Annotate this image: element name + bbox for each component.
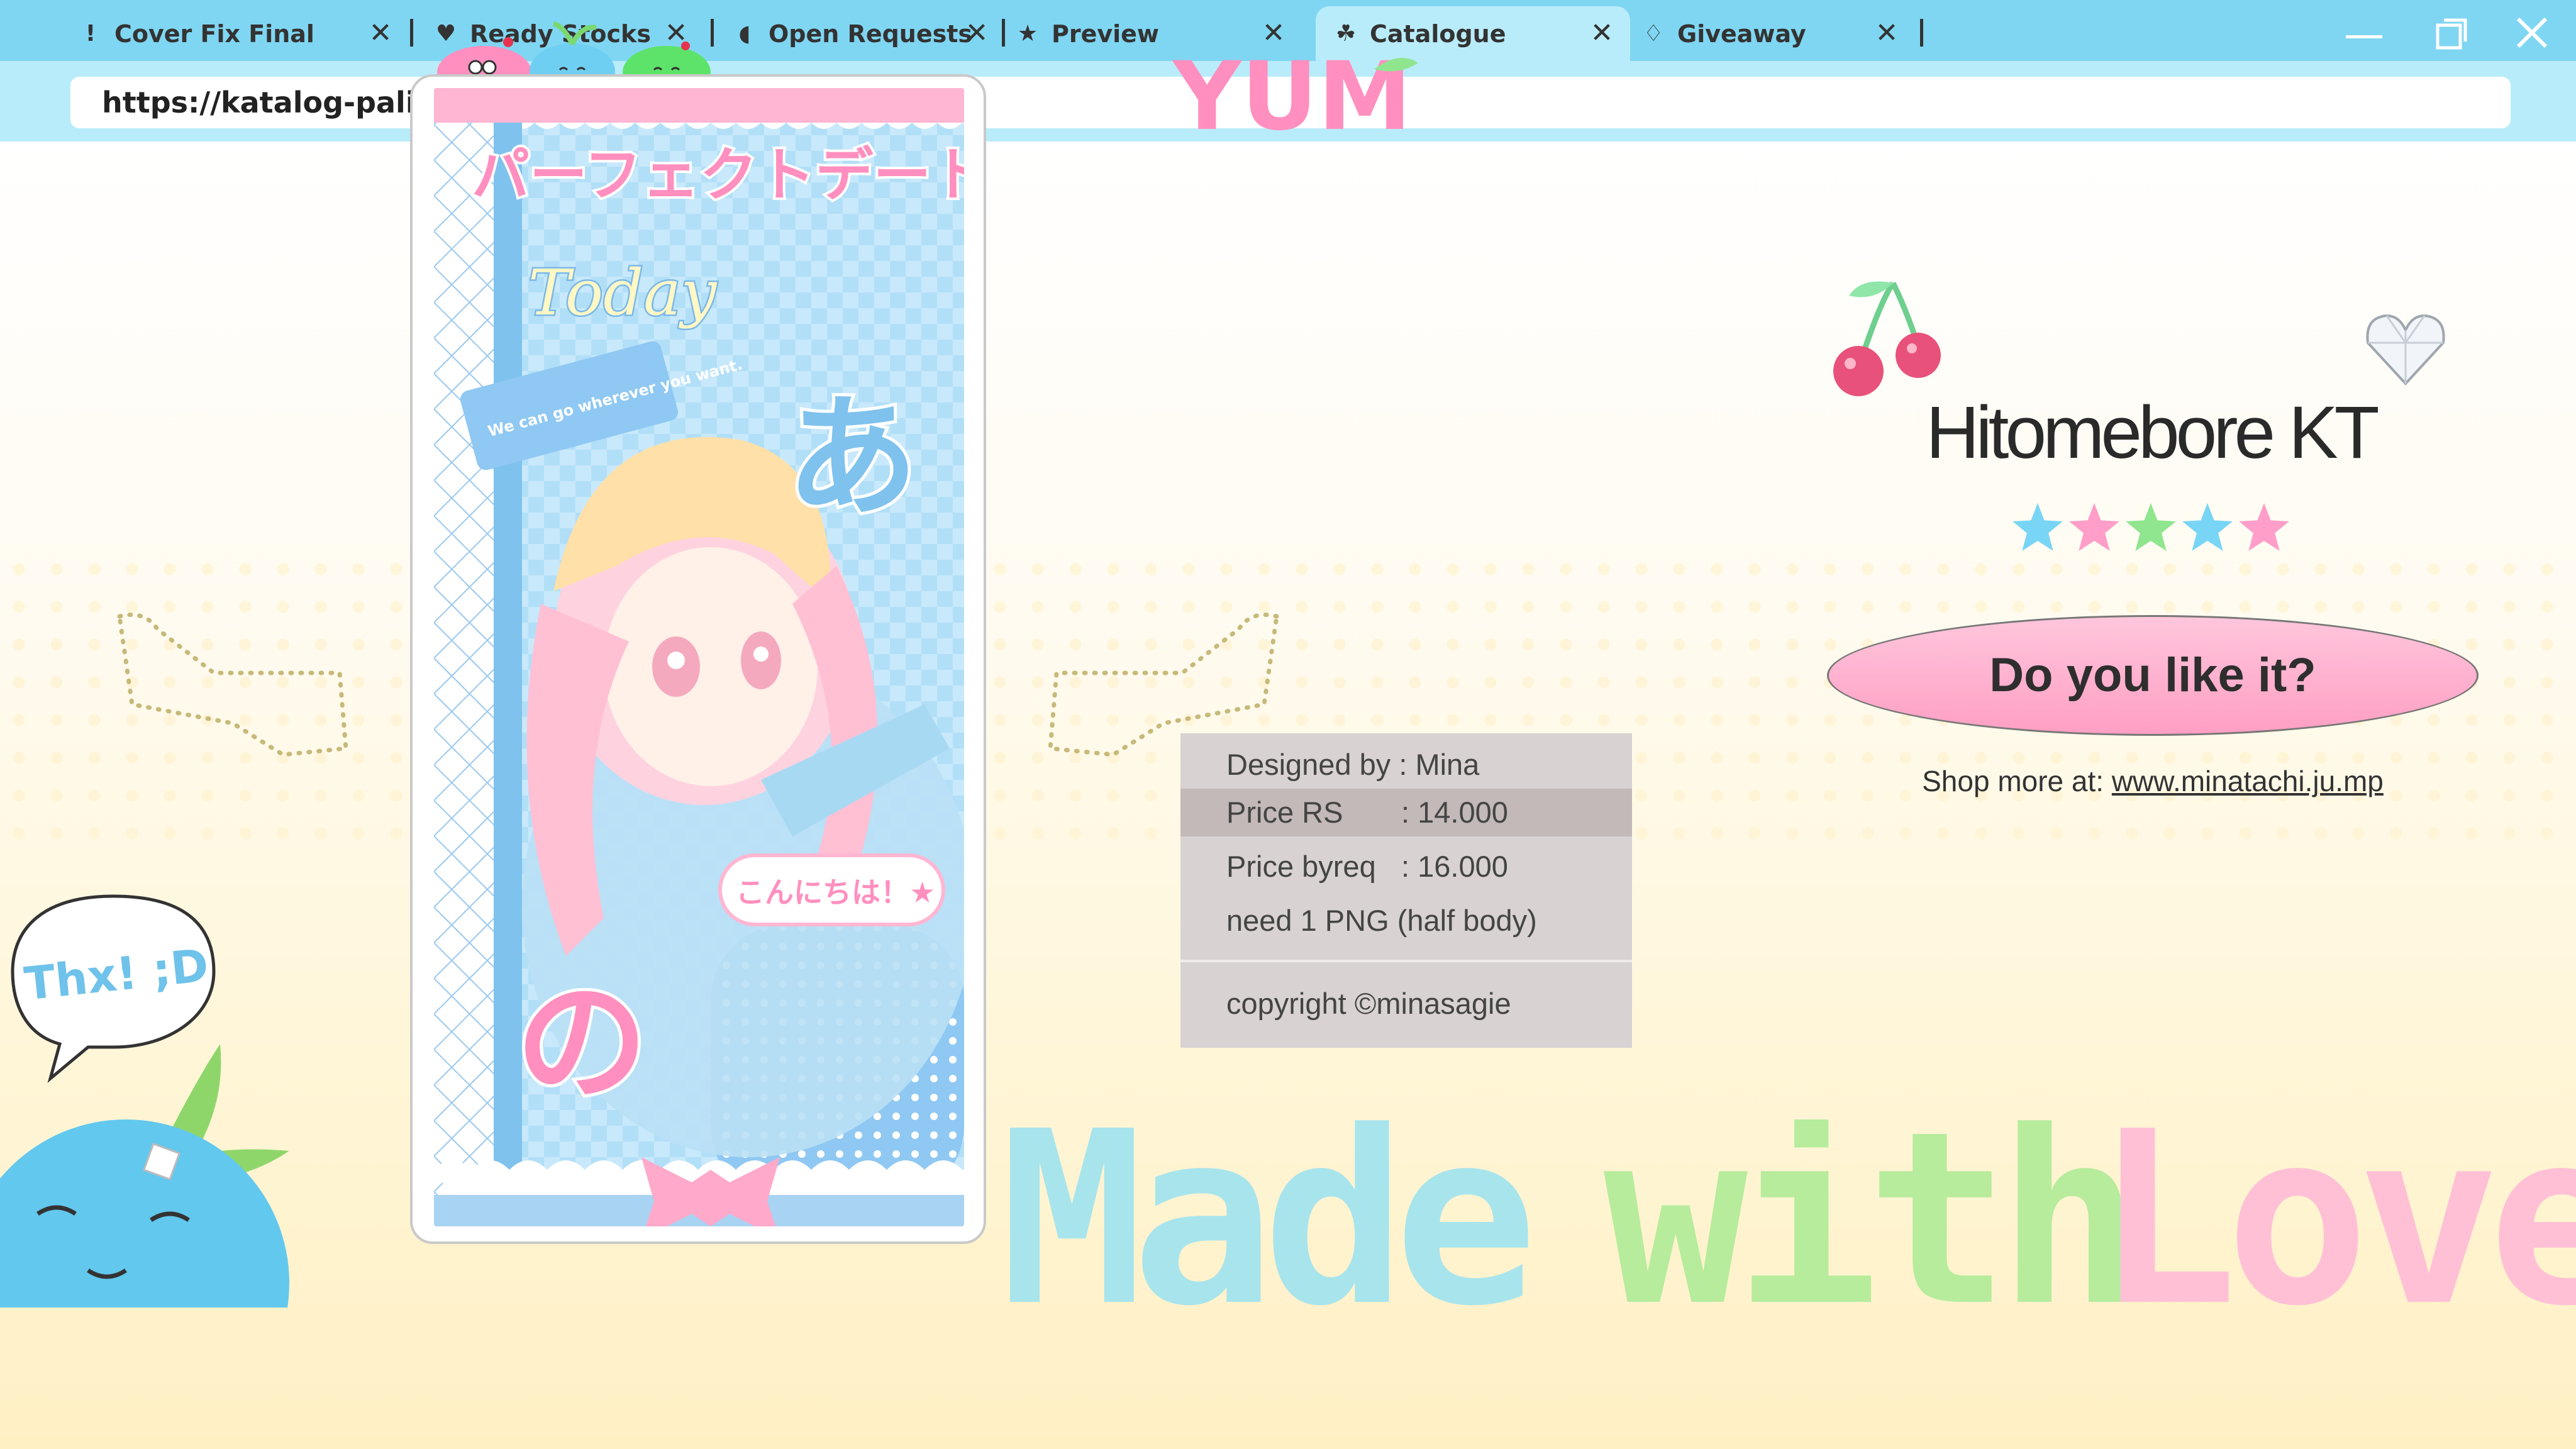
pixel-with: with [1604,1119,2129,1307]
artwork-jp-title: パーフェクトデート [472,142,964,209]
minimize-icon[interactable] [2342,14,2386,52]
tab-separator [1920,19,1923,47]
price-rs-row: Price RS : 14.000 [1180,789,1632,836]
price-rs-value: : 14.000 [1401,796,1508,829]
tab-label: Open Requests [769,19,973,48]
shop-more: Shop more at: www.minatachi.ju.mp [1827,764,2479,798]
rating-star [2069,503,2119,551]
close-icon[interactable]: ✕ [1871,18,1902,49]
tab-open-requests[interactable]: ◖ Open Requests ✕ [730,6,992,61]
blob-mascot [0,1044,289,1307]
yum-logo: YUM! [1172,42,1418,151]
tab-giveaway[interactable]: ♢ Giveaway ✕ [1638,6,1902,61]
shop-link[interactable]: www.minatachi.ju.mp [2112,765,2384,797]
artwork-hello: こんにちは！★ [736,875,935,909]
window-close-icon[interactable] [2511,14,2555,52]
requirement: need 1 PNG (half body) [1226,904,1537,937]
artwork-today: Today [528,256,718,330]
divider [1180,960,1632,962]
like-button[interactable]: Do you like it? [1827,615,2479,736]
cherry-icon [1833,281,1941,396]
exclamation-icon: ! [85,21,96,47]
made-with-love-pixel-text: Made with Love [1000,1119,2576,1307]
artwork-a-char: あ [786,380,918,535]
artwork-no-char: の [516,965,648,1119]
tab-separator [410,19,413,47]
close-icon[interactable]: ✕ [961,18,992,49]
tab-separator [1002,19,1005,47]
ice-cream-icon: ♢ [1643,21,1664,47]
rating-star [2012,503,2063,551]
info-panel: Designed by : Mina Price RS : 14.000 Pric… [1180,733,1632,1048]
pixel-love: Love [2094,1119,2576,1307]
yum-logo-text: YUM! [1172,42,1418,151]
close-icon[interactable]: ✕ [365,18,396,49]
price-rs-label: Price RS [1226,796,1343,829]
copyright: copyright ©minasagie [1226,987,1511,1020]
rating-star [2126,503,2176,551]
rating-star [2182,503,2233,551]
shop-more-label: Shop more at: [1922,765,2112,797]
tab-cover-fix-final[interactable]: ! Cover Fix Final ✕ [75,6,396,61]
restore-icon[interactable] [2429,14,2473,52]
crystal-heart-icon [2366,314,2445,386]
tab-label: Cover Fix Final [114,19,314,48]
close-icon[interactable]: ✕ [1586,18,1618,49]
rating-stars [2012,503,2289,551]
price-byreq-row: Price byreq : 16.000 [1180,843,1632,891]
rating-star [2239,503,2289,551]
price-byreq-label: Price byreq [1226,850,1376,883]
wing-left-icon [117,613,348,757]
tab-label: Giveaway [1677,19,1806,48]
cover-artwork[interactable]: パーフェクトデート Today We can go wherever you w… [434,88,964,1226]
designed-by: Designed by : Mina [1226,748,1480,781]
price-byreq-value: : 16.000 [1401,850,1508,883]
product-title: Hitomebore KT [1926,391,2380,474]
star-icon: ★ [1017,21,1038,47]
pixel-made: Made [1000,1119,1528,1307]
bean-icon: ◖ [738,21,751,47]
tab-label: Preview [1052,19,1160,48]
